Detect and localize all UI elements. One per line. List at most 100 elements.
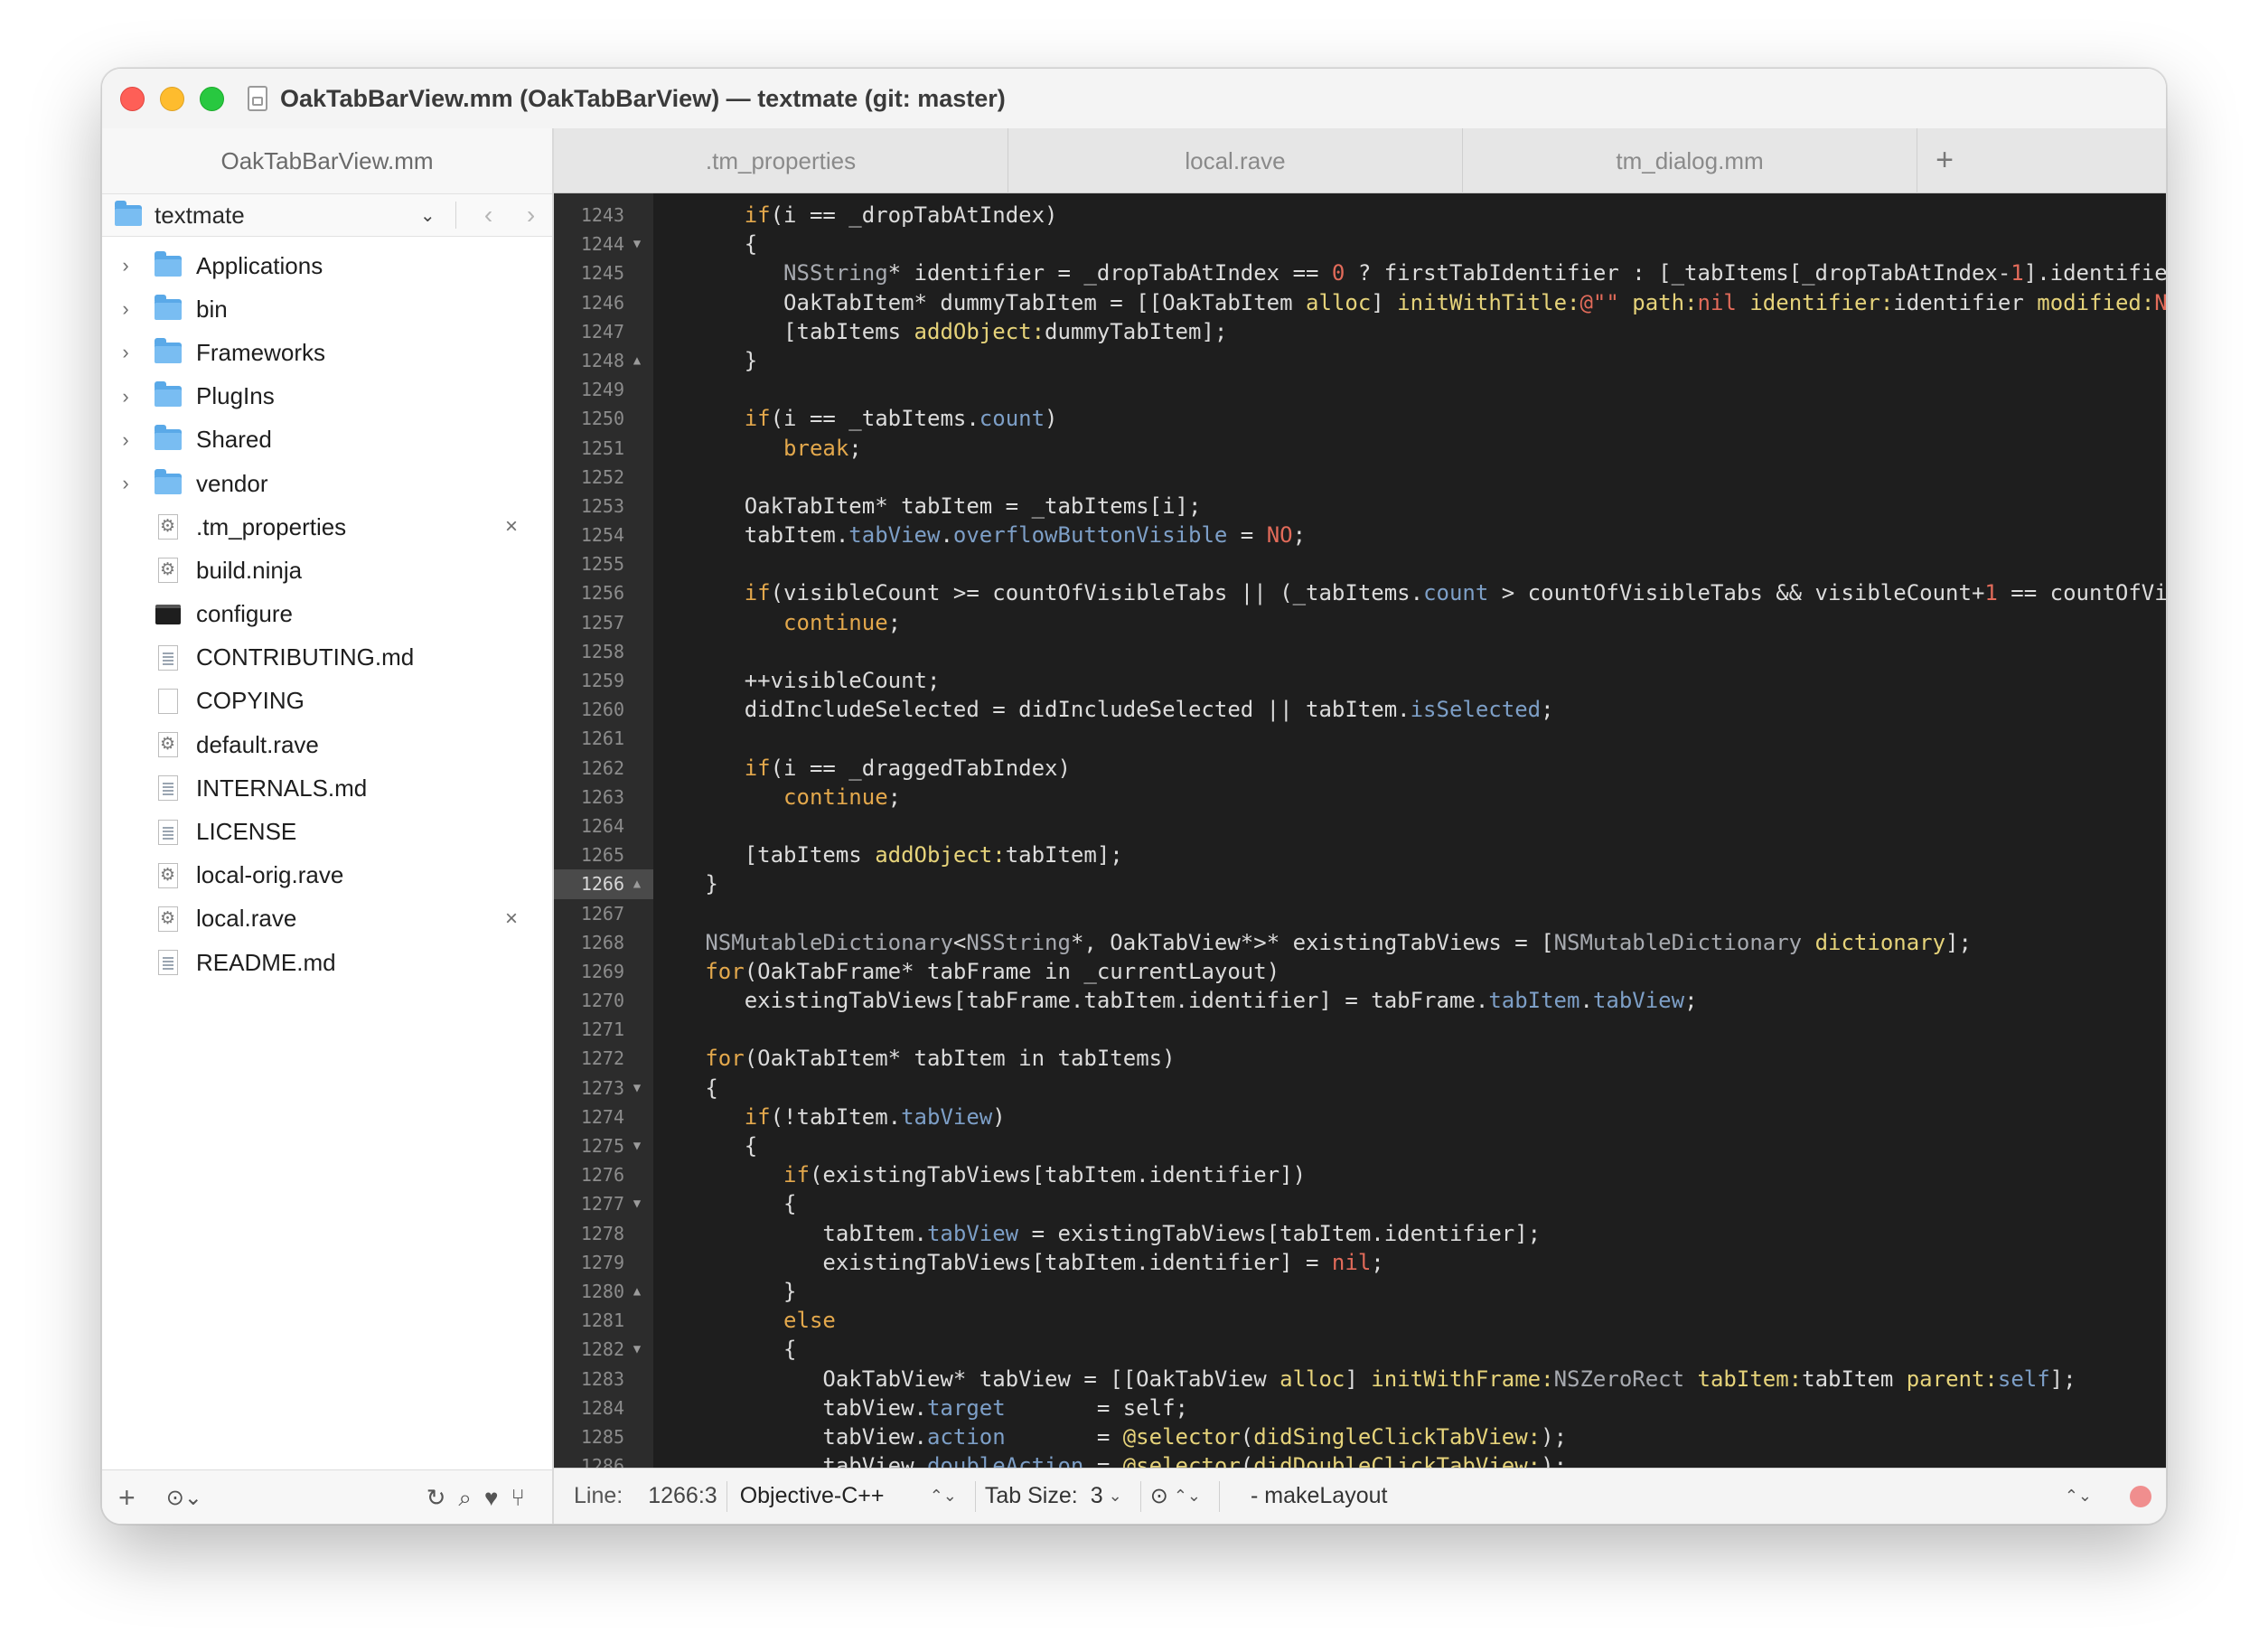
macro-record-button[interactable] bbox=[2130, 1485, 2151, 1507]
disclosure-chevron-icon[interactable]: › bbox=[108, 472, 144, 495]
line-text[interactable]: } bbox=[653, 346, 757, 375]
line-number[interactable]: 1266 ▲ bbox=[554, 869, 653, 899]
line-text[interactable]: ++visibleCount; bbox=[653, 666, 941, 695]
tree-item[interactable]: local-orig.rave bbox=[102, 854, 552, 897]
code-line[interactable]: 1244 ▼ { bbox=[554, 230, 2166, 258]
code-line[interactable]: 1254 tabItem.tabView.overflowButtonVisib… bbox=[554, 521, 2166, 549]
line-number[interactable]: 1279 bbox=[554, 1248, 653, 1277]
line-text[interactable]: else bbox=[653, 1306, 836, 1335]
language-stepper-icon[interactable]: ⌃⌄ bbox=[930, 1487, 957, 1506]
code-line[interactable]: 1284 tabView.target = self; bbox=[554, 1394, 2166, 1422]
line-number[interactable]: 1257 bbox=[554, 608, 653, 637]
new-tab-button[interactable]: + bbox=[1917, 128, 1972, 192]
line-number[interactable]: 1255 bbox=[554, 549, 653, 578]
line-text[interactable] bbox=[653, 1015, 666, 1044]
line-number[interactable]: 1262 bbox=[554, 754, 653, 783]
line-number[interactable]: 1284 bbox=[554, 1394, 653, 1422]
title-bar[interactable]: OakTabBarView.mm (OakTabBarView) — textm… bbox=[102, 69, 2166, 128]
code-line[interactable]: 1262 if(i == _draggedTabIndex) bbox=[554, 754, 2166, 783]
code-line[interactable]: 1256 if(visibleCount >= countOfVisibleTa… bbox=[554, 578, 2166, 607]
line-number[interactable]: 1265 bbox=[554, 840, 653, 869]
code-line[interactable]: 1264 bbox=[554, 812, 2166, 840]
line-text[interactable]: if(i == _dropTabAtIndex) bbox=[653, 201, 1058, 230]
zoom-window-button[interactable] bbox=[200, 86, 224, 111]
line-number[interactable]: 1259 bbox=[554, 666, 653, 695]
reload-icon[interactable]: ↻ bbox=[426, 1484, 446, 1513]
tree-item[interactable]: INTERNALS.md bbox=[102, 766, 552, 810]
line-number[interactable]: 1282 ▼ bbox=[554, 1335, 653, 1364]
tree-item[interactable]: COPYING bbox=[102, 680, 552, 723]
tree-item[interactable]: default.rave bbox=[102, 723, 552, 766]
code-line[interactable]: 1250 if(i == _tabItems.count) bbox=[554, 404, 2166, 433]
forward-arrow-icon[interactable]: › bbox=[510, 201, 552, 230]
tree-item[interactable]: › Frameworks bbox=[102, 331, 552, 374]
line-number[interactable]: 1273 ▼ bbox=[554, 1074, 653, 1103]
code-line[interactable]: 1285 tabView.action = @selector(didSingl… bbox=[554, 1422, 2166, 1451]
line-text[interactable] bbox=[653, 375, 666, 404]
line-text[interactable]: OakTabView* tabView = [[OakTabView alloc… bbox=[653, 1365, 2076, 1394]
code-line[interactable]: 1249 bbox=[554, 375, 2166, 404]
line-text[interactable] bbox=[653, 724, 666, 753]
line-number[interactable]: 1250 bbox=[554, 404, 653, 433]
line-text[interactable]: { bbox=[653, 1074, 717, 1103]
tree-item[interactable]: › PlugIns bbox=[102, 375, 552, 418]
line-number[interactable]: 1247 bbox=[554, 317, 653, 346]
close-icon[interactable]: × bbox=[505, 906, 518, 932]
line-number[interactable]: 1246 bbox=[554, 288, 653, 317]
code-line[interactable]: 1253 OakTabItem* tabItem = _tabItems[i]; bbox=[554, 492, 2166, 521]
disclosure-chevron-icon[interactable]: › bbox=[108, 254, 144, 277]
code-line[interactable]: 1273 ▼ { bbox=[554, 1074, 2166, 1103]
line-number[interactable]: 1267 bbox=[554, 899, 653, 928]
line-text[interactable]: [tabItems addObject:tabItem]; bbox=[653, 840, 1123, 869]
code-line[interactable]: 1281 else bbox=[554, 1306, 2166, 1335]
code-line[interactable]: 1271 bbox=[554, 1015, 2166, 1044]
line-number[interactable]: 1253 bbox=[554, 492, 653, 521]
tree-item[interactable]: › bin bbox=[102, 287, 552, 331]
code-line[interactable]: 1286 tabView.doubleAction = @selector(di… bbox=[554, 1451, 2166, 1469]
code-line[interactable]: 1276 if(existingTabViews[tabItem.identif… bbox=[554, 1160, 2166, 1189]
minimize-window-button[interactable] bbox=[160, 86, 184, 111]
line-text[interactable] bbox=[653, 812, 666, 840]
action-menu-button[interactable]: ⊙⌄ bbox=[166, 1485, 202, 1511]
line-number[interactable]: 1243 bbox=[554, 201, 653, 230]
code-line[interactable]: 1265 [tabItems addObject:tabItem]; bbox=[554, 840, 2166, 869]
tree-item[interactable]: .tm_properties × bbox=[102, 505, 552, 549]
code-line[interactable]: 1274 if(!tabItem.tabView) bbox=[554, 1103, 2166, 1131]
code-line[interactable]: 1267 bbox=[554, 899, 2166, 928]
code-line[interactable]: 1251 break; bbox=[554, 434, 2166, 463]
bundle-menu-icon[interactable]: ⊙ bbox=[1150, 1483, 1168, 1509]
line-number[interactable]: 1248 ▲ bbox=[554, 346, 653, 375]
line-text[interactable]: } bbox=[653, 1277, 796, 1306]
fold-marker-icon[interactable]: ▼ bbox=[628, 1074, 646, 1103]
line-text[interactable]: [tabItems addObject:dummyTabItem]; bbox=[653, 317, 1227, 346]
code-line[interactable]: 1260 didIncludeSelected = didIncludeSele… bbox=[554, 695, 2166, 724]
tab-size-label[interactable]: Tab Size: bbox=[985, 1483, 1078, 1509]
line-text[interactable]: continue; bbox=[653, 783, 901, 812]
chevron-down-icon[interactable]: ⌄ bbox=[420, 204, 455, 227]
line-text[interactable]: } bbox=[653, 869, 717, 898]
tree-item[interactable]: › Applications bbox=[102, 244, 552, 287]
fold-marker-icon[interactable]: ▼ bbox=[628, 1189, 646, 1218]
line-text[interactable]: { bbox=[653, 1131, 757, 1160]
code-line[interactable]: 1282 ▼ { bbox=[554, 1335, 2166, 1364]
add-file-button[interactable]: + bbox=[118, 1481, 136, 1515]
fold-marker-icon[interactable]: ▲ bbox=[628, 869, 646, 898]
code-line[interactable]: 1258 bbox=[554, 637, 2166, 666]
symbol-stepper-icon[interactable]: ⌃⌄ bbox=[2065, 1487, 2092, 1506]
line-text[interactable]: break; bbox=[653, 434, 862, 463]
code-line[interactable]: 1257 continue; bbox=[554, 608, 2166, 637]
line-text[interactable]: NSMutableDictionary<NSString*, OakTabVie… bbox=[653, 928, 1972, 957]
code-line[interactable]: 1247 [tabItems addObject:dummyTabItem]; bbox=[554, 317, 2166, 346]
tree-item[interactable]: LICENSE bbox=[102, 810, 552, 853]
search-icon[interactable]: ⌕ bbox=[458, 1484, 472, 1513]
line-text[interactable]: { bbox=[653, 1335, 796, 1364]
tree-item[interactable]: build.ninja bbox=[102, 549, 552, 592]
code-line[interactable]: 1261 bbox=[554, 724, 2166, 753]
code-line[interactable]: 1245 NSString* identifier = _dropTabAtIn… bbox=[554, 258, 2166, 287]
line-number[interactable]: 1252 bbox=[554, 463, 653, 492]
fold-marker-icon[interactable]: ▲ bbox=[628, 346, 646, 375]
line-text[interactable]: continue; bbox=[653, 608, 901, 637]
line-number[interactable]: 1283 bbox=[554, 1365, 653, 1394]
code-line[interactable]: 1270 existingTabViews[tabFrame.tabItem.i… bbox=[554, 986, 2166, 1015]
code-editor[interactable]: 1243 if(i == _dropTabAtIndex) 1244 ▼ {1245… bbox=[554, 193, 2166, 1469]
